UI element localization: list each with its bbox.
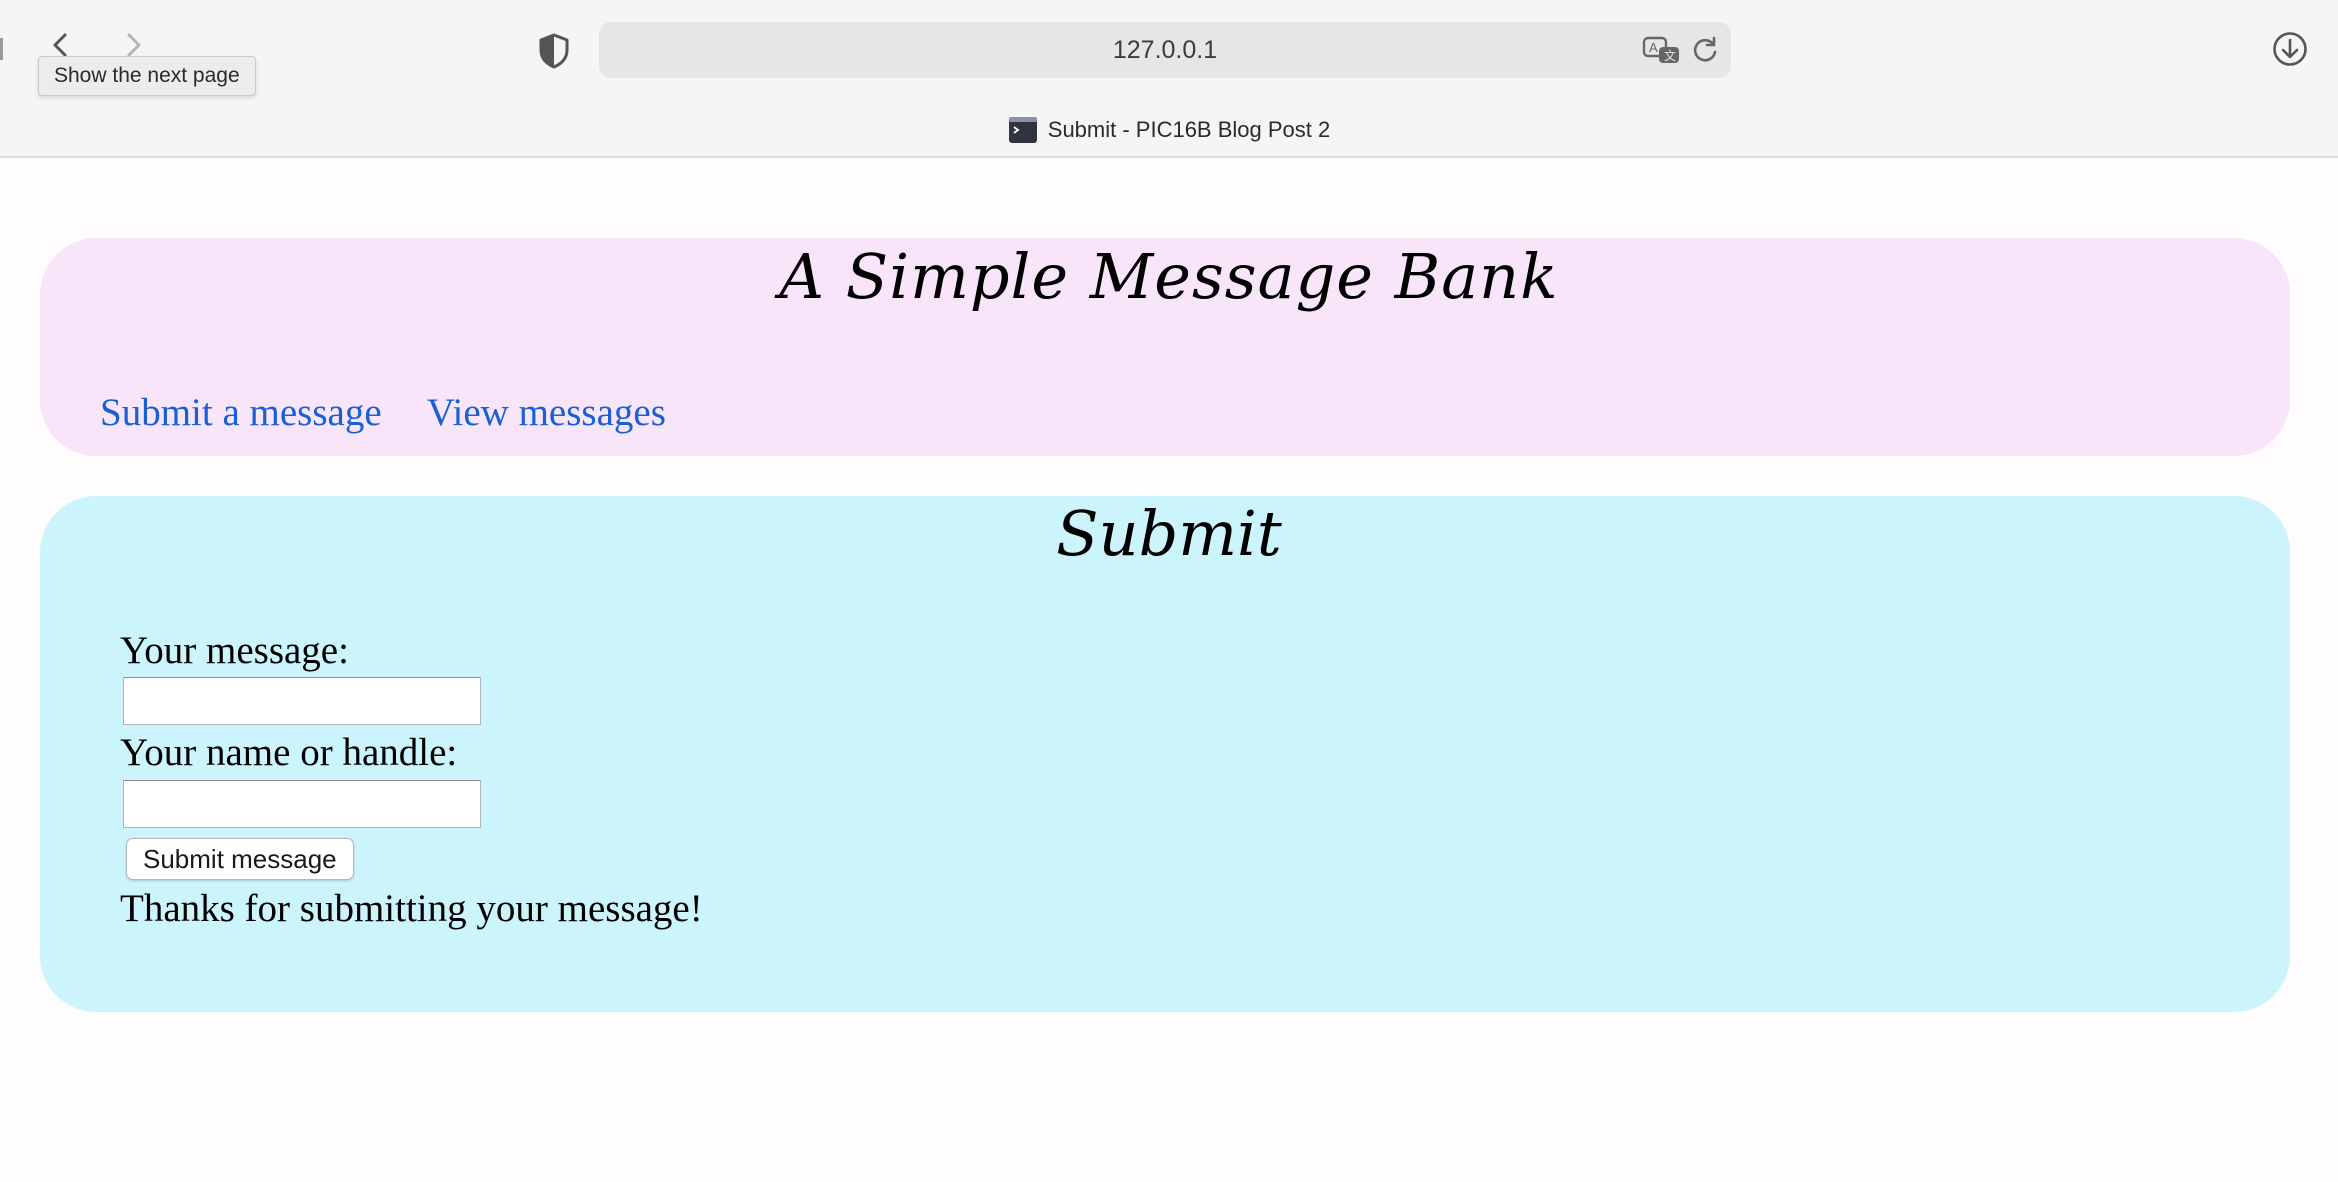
translate-button[interactable]: A 文 — [1642, 35, 1682, 67]
section-title: Submit — [1056, 497, 1282, 570]
sidebar-edge-handle — [0, 38, 3, 60]
browser-toolbar: Show the next page 127.0.0.1 A 文 Submit … — [0, 0, 2338, 158]
reload-icon — [1693, 36, 1717, 62]
download-icon — [2273, 32, 2307, 66]
nav-link-view[interactable]: View messages — [427, 391, 666, 434]
message-label: Your message: — [120, 629, 349, 672]
forward-tooltip: Show the next page — [38, 56, 256, 96]
privacy-report-button[interactable] — [538, 33, 570, 69]
handle-input[interactable] — [123, 780, 481, 828]
url-text: 127.0.0.1 — [1112, 36, 1218, 64]
shield-icon — [539, 33, 569, 69]
confirmation-message: Thanks for submitting your message! — [120, 887, 703, 930]
svg-text:文: 文 — [1664, 48, 1676, 63]
tab-title-text: Submit - PIC16B Blog Post 2 — [1047, 117, 1331, 142]
reload-button[interactable] — [1690, 35, 1720, 65]
terminal-favicon-icon — [1008, 117, 1037, 143]
message-input[interactable] — [123, 677, 481, 725]
translate-icon: A 文 — [1642, 36, 1679, 63]
nav-link-submit[interactable]: Submit a message — [100, 391, 382, 434]
downloads-button[interactable] — [2272, 31, 2308, 67]
submit-message-button[interactable]: Submit message — [126, 838, 354, 880]
svg-text:A: A — [1649, 40, 1658, 55]
site-title: A Simple Message Bank — [779, 240, 1559, 313]
handle-label: Your name or handle: — [120, 731, 458, 774]
active-tab[interactable]: Submit - PIC16B Blog Post 2 — [0, 112, 2338, 148]
site-nav: Submit a message View messages — [100, 388, 702, 438]
address-bar[interactable]: 127.0.0.1 A 文 — [599, 22, 1731, 78]
